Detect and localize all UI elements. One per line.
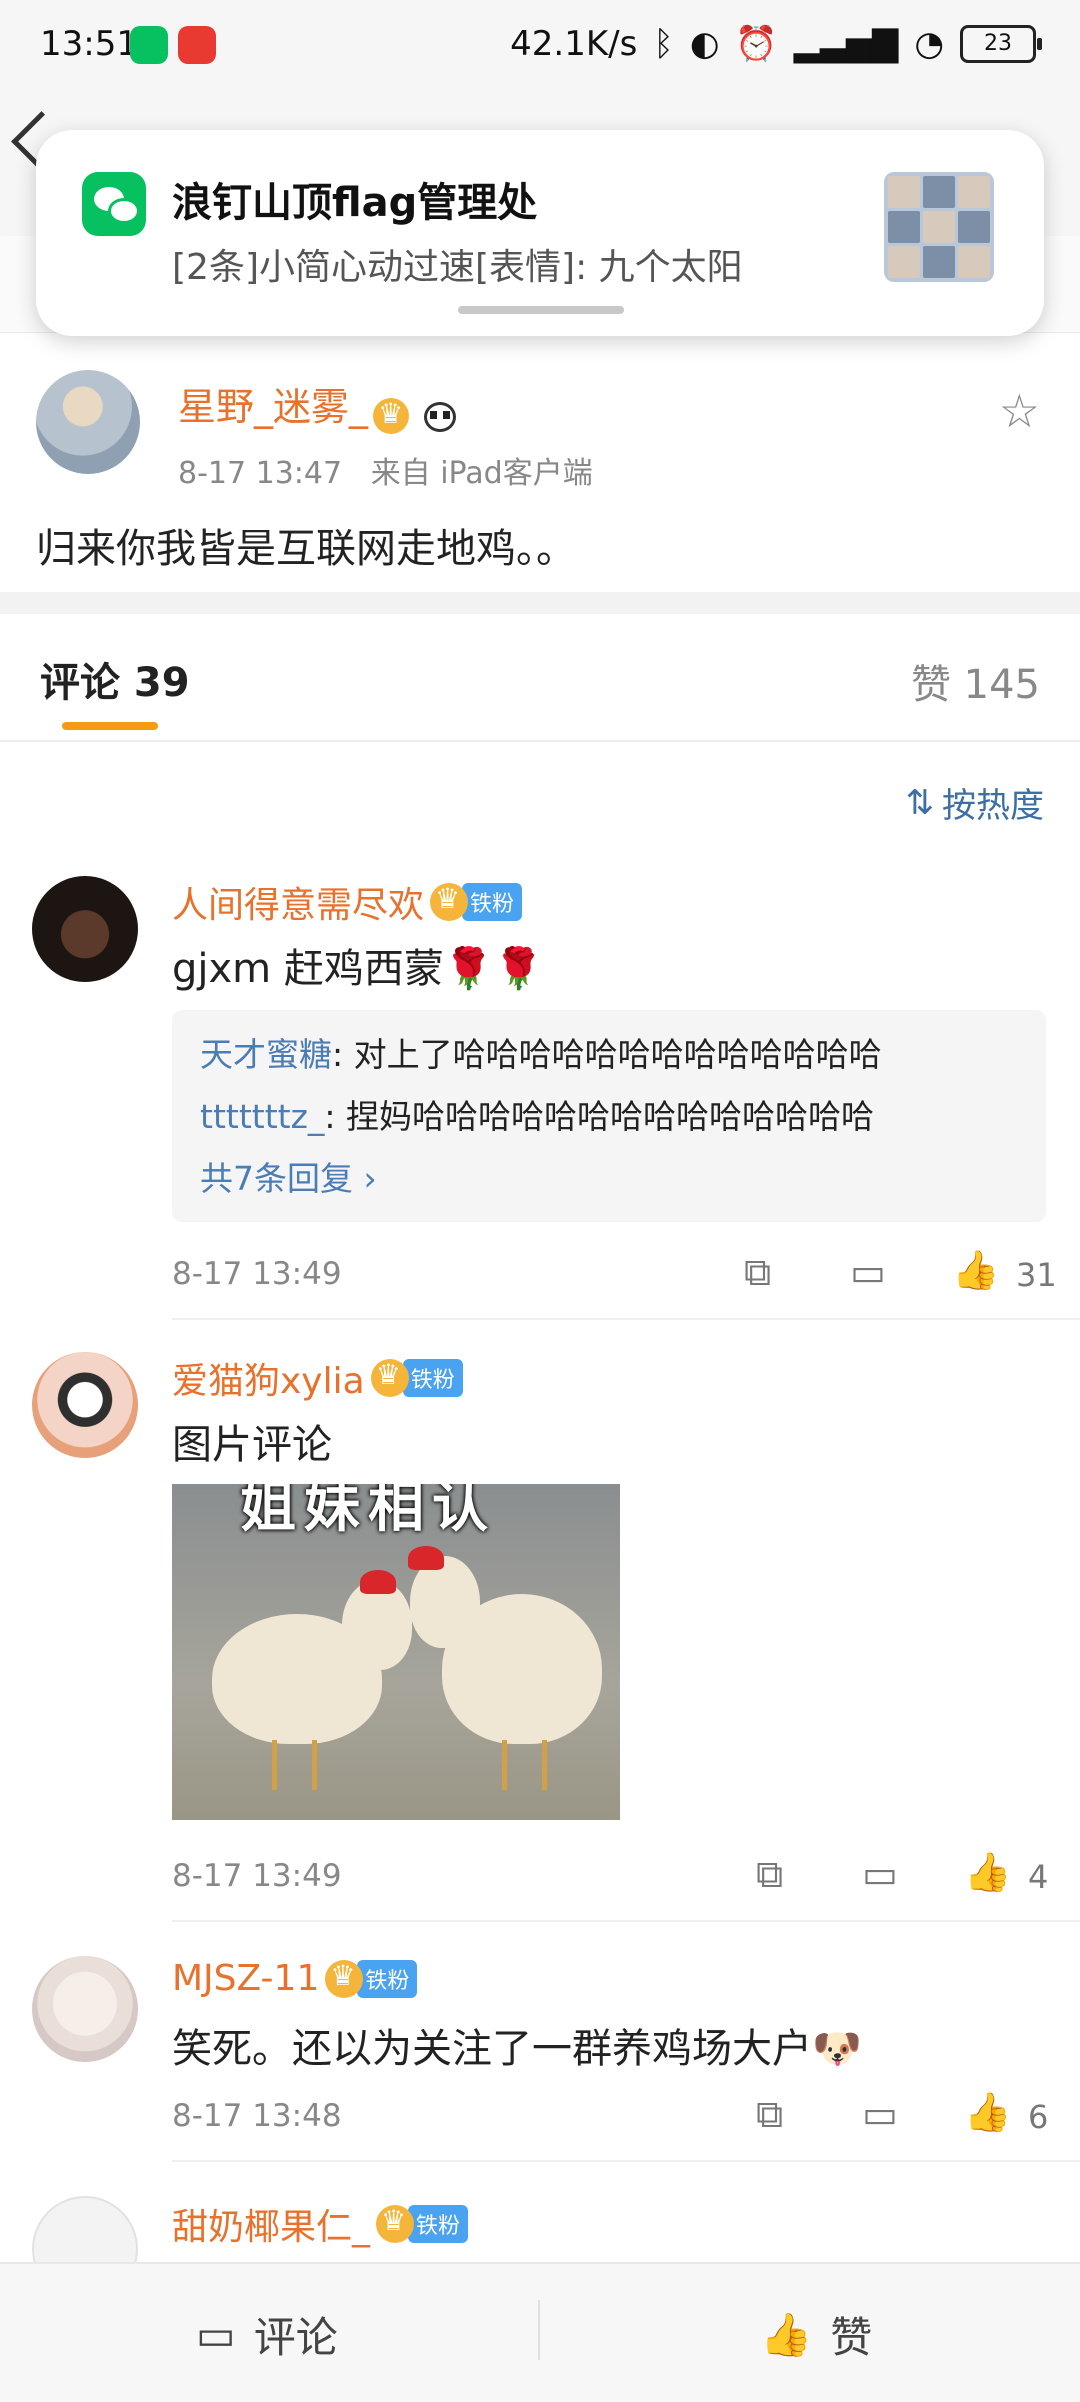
netease-music-icon — [178, 26, 216, 64]
bottom-divider — [538, 2300, 540, 2360]
bottom-like-label: 赞 — [830, 2313, 873, 2362]
notification-body: [2条]小简心动过速[表情]: 九个太阳 — [172, 247, 743, 288]
group-avatar-thumbnail — [884, 172, 994, 282]
sort-label: 按热度 — [942, 786, 1044, 826]
star-icon[interactable]: ☆ — [999, 384, 1040, 438]
status-time: 13:51 — [40, 24, 138, 64]
bottom-like-button[interactable]: 👍 赞 — [760, 2304, 872, 2365]
reply-text: : 捏妈哈哈哈哈哈哈哈哈哈哈哈哈哈哈 — [324, 1097, 875, 1136]
comment-author[interactable]: 甜奶椰果仁_ 铁粉 — [172, 2198, 469, 2250]
reply-icon[interactable]: ▭ — [862, 2092, 898, 2136]
status-right: 42.1K/s ᛒ ◐ ⏰ ▂▃▅▇ ◔ 23 — [510, 24, 1042, 64]
post-author-avatar[interactable] — [36, 370, 140, 474]
comment-text: 笑死。还以为关注了一群养鸡场大户🐶 — [172, 2026, 862, 2072]
comment-image[interactable]: 姐妹相认 — [172, 1484, 620, 1820]
fan-badge-label: 铁粉 — [357, 1959, 418, 1998]
fan-badge: 铁粉 — [430, 882, 523, 921]
tab-divider — [0, 740, 1080, 742]
fan-badge-label: 铁粉 — [408, 2205, 469, 2243]
like-count: 6 — [1028, 2098, 1049, 2136]
crown-icon — [376, 2204, 415, 2243]
tab-likes[interactable]: 赞 145 — [911, 652, 1040, 710]
fan-badge-label: 铁粉 — [402, 1359, 463, 1397]
image-caption: 姐妹相认 — [240, 1484, 496, 1540]
reply-username[interactable]: tttttttz_ — [200, 1097, 324, 1136]
battery-icon: 23 — [960, 25, 1042, 63]
crown-icon — [430, 882, 469, 921]
notification-drag-handle[interactable] — [458, 306, 624, 314]
comment-time: 8-17 13:49 — [172, 1256, 342, 1292]
reply-item[interactable]: 天才蜜糖: 对上了哈哈哈哈哈哈哈哈哈哈哈哈哈 — [200, 1028, 882, 1076]
comment-icon: ▭ — [196, 2310, 236, 2359]
panda-icon — [420, 398, 460, 434]
fan-badge: 铁粉 — [325, 1959, 418, 1998]
net-speed: 42.1K/s — [510, 24, 638, 64]
signal-icon: ▂▃▅▇ — [793, 24, 899, 64]
section-divider — [0, 592, 1080, 614]
reply-item[interactable]: tttttttz_: 捏妈哈哈哈哈哈哈哈哈哈哈哈哈哈哈 — [200, 1090, 874, 1138]
comment-username[interactable]: MJSZ-11 — [172, 1958, 319, 1999]
post-time: 8-17 13:47 — [178, 456, 343, 491]
wifi-icon: ◔ — [914, 24, 944, 64]
sort-button[interactable]: ⇅ 按热度 — [906, 778, 1045, 827]
bottom-comment-label: 评论 — [253, 2313, 338, 2362]
comment-avatar[interactable] — [32, 1956, 138, 2062]
like-icon[interactable]: 👍 — [964, 1850, 1011, 1895]
tab-active-indicator — [62, 722, 158, 730]
bluetooth-icon: ᛒ — [653, 24, 674, 64]
fan-badge-label: 铁粉 — [462, 883, 523, 921]
comment-separator — [172, 1920, 1080, 1922]
bottom-comment-button[interactable]: ▭ 评论 — [196, 2304, 338, 2365]
reply-icon[interactable]: ▭ — [850, 1250, 886, 1294]
sort-icon: ⇅ — [905, 782, 935, 823]
fan-badge: 铁粉 — [370, 1358, 463, 1397]
bottom-action-bar: ▭ 评论 👍 赞 — [0, 2262, 1080, 2402]
comment-username[interactable]: 爱猫狗xylia — [172, 1352, 365, 1404]
post-text: 归来你我皆是互联网走地鸡。。 — [36, 526, 576, 572]
reply-username[interactable]: 天才蜜糖 — [200, 1035, 332, 1074]
comment-author[interactable]: 人间得意需尽欢 铁粉 — [172, 876, 523, 928]
comment-author[interactable]: 爱猫狗xylia 铁粉 — [172, 1352, 463, 1404]
like-icon: 👍 — [760, 2309, 813, 2359]
more-replies-link[interactable]: 共7条回复 › — [200, 1152, 377, 1200]
like-count: 4 — [1028, 1858, 1049, 1896]
like-icon[interactable]: 👍 — [952, 1248, 999, 1293]
crown-icon — [373, 397, 410, 434]
wechat-icon — [82, 172, 146, 236]
comment-time: 8-17 13:49 — [172, 1858, 342, 1894]
comment-username[interactable]: 人间得意需尽欢 — [172, 876, 424, 928]
toggle-icon: ◐ — [689, 24, 720, 64]
comment-time: 8-17 13:48 — [172, 2098, 342, 2134]
reply-text: : 对上了哈哈哈哈哈哈哈哈哈哈哈哈哈 — [332, 1035, 882, 1074]
post-username[interactable]: 星野_迷雾_ — [178, 385, 368, 429]
post-source: 来自 iPad客户端 — [370, 456, 593, 491]
notification-title: 浪钉山顶flag管理处 — [172, 180, 538, 226]
like-count: 31 — [1016, 1256, 1057, 1294]
crown-icon — [325, 1959, 364, 1998]
reply-icon[interactable]: ▭ — [862, 1852, 898, 1896]
reply-preview[interactable]: 天才蜜糖: 对上了哈哈哈哈哈哈哈哈哈哈哈哈哈 tttttttz_: 捏妈哈哈哈哈… — [172, 1010, 1046, 1222]
post-author[interactable]: 星野_迷雾_ — [178, 376, 460, 434]
comment-separator — [172, 2160, 1080, 2162]
tab-comments[interactable]: 评论 39 — [40, 650, 190, 708]
wechat-icon — [130, 26, 168, 64]
share-icon[interactable]: ⧉ — [756, 1852, 783, 1897]
comment-text: gjxm 赶鸡西蒙🌹🌹 — [172, 946, 544, 992]
crown-icon — [370, 1358, 409, 1397]
fan-badge: 铁粉 — [376, 2204, 469, 2243]
like-icon[interactable]: 👍 — [964, 2090, 1011, 2135]
comment-avatar[interactable] — [32, 876, 138, 982]
share-icon[interactable]: ⧉ — [756, 2092, 783, 2137]
comment-text: 图片评论 — [172, 1422, 332, 1468]
comment-username[interactable]: 甜奶椰果仁_ — [172, 2198, 370, 2250]
notification-banner[interactable]: 浪钉山顶flag管理处 [2条]小简心动过速[表情]: 九个太阳 — [36, 130, 1044, 336]
comment-separator — [172, 1318, 1080, 1320]
post-meta: 8-17 13:47 来自 iPad客户端 — [178, 448, 593, 492]
comment-author[interactable]: MJSZ-11 铁粉 — [172, 1958, 418, 1999]
alarm-icon: ⏰ — [735, 24, 778, 64]
comment-avatar[interactable] — [32, 1352, 138, 1458]
share-icon[interactable]: ⧉ — [744, 1250, 771, 1295]
